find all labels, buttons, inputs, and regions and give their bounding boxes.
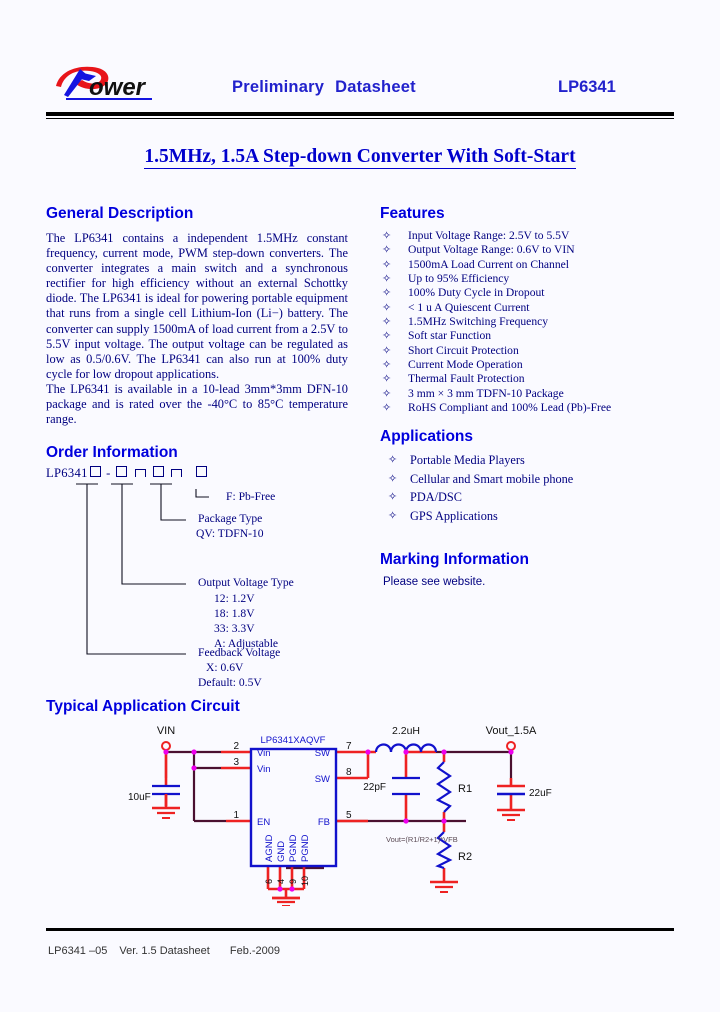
power-logo: ower [46,62,171,104]
order-label-output-voltage-option: 12: 1.2V [214,592,255,605]
header-title: Preliminary Datasheet [232,78,416,97]
ic-pin-number-10: 10 [300,876,310,886]
section-heading-applications: Applications [380,428,474,445]
order-label-output-voltage-option: 33: 3.3V [214,622,255,635]
ic-pin-number-7: 7 [346,741,352,752]
section-heading-typical-application-circuit: Typical Application Circuit [46,698,240,715]
feature-item: Current Mode Operation [380,358,700,373]
feedforward-capacitor-label: 22pF [363,782,386,793]
vout-label: Vout_1.5A [486,725,537,737]
ic-pin-number-5: 5 [346,810,352,821]
circuit-red-wires [164,750,513,898]
order-label-feedback-voltage: Feedback Voltage [198,646,281,659]
feature-item: 1500mA Load Current on Channel [380,258,700,273]
section-heading-marking-information: Marking Information [380,551,529,568]
feedforward-capacitor [392,776,420,796]
footer-part: LP6341 –05 [48,945,108,957]
typical-application-circuit-schematic: LP6341XAQVF Vin Vin EN SW SW FB AGND GND… [46,716,676,906]
header-part-number: LP6341 [558,78,616,96]
feature-item: Up to 95% Efficiency [380,272,700,287]
order-label-feedback-voltage-option: X: 0.6V [206,661,244,674]
header-rule-thick [46,112,674,116]
order-information-diagram: LP6341 - F: Pb-Free Package Type QV: TDF… [46,466,366,691]
feature-item: Input Voltage Range: 2.5V to 5.5V [380,229,700,244]
vin-label: VIN [157,725,175,737]
feature-item: 100% Duty Cycle in Dropout [380,286,700,301]
feature-item: Soft star Function [380,329,700,344]
ic-pin-name-vin-2: Vin [257,748,271,759]
ic-pin-number-4: 4 [276,879,286,884]
application-item: Cellular and Smart mobile phone [380,470,700,489]
section-heading-general-description: General Description [46,205,194,222]
ic-pin-name-sw-8: SW [315,774,330,785]
input-capacitor [152,784,180,819]
application-item: PDA/DSC [380,488,700,507]
document-title: 1.5MHz, 1.5A Step-down Converter With So… [0,146,720,169]
ic-pin-name-pgnd-10: PGND [300,834,311,862]
ic-pin-name-fb: FB [318,817,330,828]
feature-item: Thermal Fault Protection [380,372,700,387]
order-label-feedback-voltage-option: Default: 0.5V [198,676,262,689]
ic-pin-number-2: 2 [233,741,239,752]
ic-part-label: LP6341XAQVF [261,735,326,746]
footer-version: Ver. 1.5 Datasheet [119,945,210,957]
ic-pin-number-6: 6 [264,879,274,884]
vin-terminal [161,741,171,751]
ic-pin-number-3: 3 [233,757,239,768]
ic-pin-name-pgnd-9: PGND [288,834,299,862]
features-list: Input Voltage Range: 2.5V to 5.5V Output… [380,229,700,416]
marking-information-note: Please see website. [383,576,486,588]
footer-date: Feb.-2009 [229,945,281,957]
ic-pin-number-8: 8 [346,767,352,778]
datasheet-page: ower Preliminary Datasheet LP6341 1.5MHz,… [0,0,720,1012]
feature-item: 1.5MHz Switching Frequency [380,315,700,330]
resistor-r1 [435,761,452,813]
header-preliminary: Preliminary [232,78,325,96]
order-label-pb-free: F: Pb-Free [226,490,276,503]
resistor-r1-label: R1 [458,783,472,795]
output-voltage-formula: Vout=(R1/R2+1)*VFB [386,835,458,844]
r2-ground-symbol [430,880,458,893]
header-rule-thin [46,118,674,119]
order-label-package-type: Package Type [198,512,263,525]
feature-item: RoHS Compliant and 100% Lead (Pb)-Free [380,401,700,416]
ic-pin-name-vin-3: Vin [257,764,271,775]
order-label-package-type-value: QV: TDFN-10 [196,527,264,540]
ic-pin-name-en: EN [257,817,270,828]
application-item: Portable Media Players [380,451,700,470]
resistor-r2-label: R2 [458,851,472,863]
ic-pin-number-9: 9 [288,879,298,884]
input-capacitor-label: 10uF [128,792,151,803]
logo-wordmark: ower [89,74,147,101]
order-label-output-voltage-option: 18: 1.8V [214,607,255,620]
general-description-body: The LP6341 contains a independent 1.5MHz… [46,231,348,427]
feature-item: < 1 u A Quiescent Current [380,301,700,316]
footer-rule [46,928,674,931]
output-capacitor-label: 22uF [529,788,552,799]
order-label-output-voltage-type: Output Voltage Type [198,576,294,589]
page-footer: LP6341 –05 Ver. 1.5 Datasheet Feb.-2009 [48,945,280,957]
power-logo-svg: ower [56,66,152,101]
document-title-text: 1.5MHz, 1.5A Step-down Converter With So… [144,146,576,169]
feature-item: 3 mm × 3 mm TDFN-10 Package [380,387,700,402]
page-header: ower Preliminary Datasheet LP6341 [46,62,674,114]
ic-pin-number-1: 1 [233,810,239,821]
applications-list: Portable Media Players Cellular and Smar… [380,451,700,525]
application-item: GPS Applications [380,507,700,526]
general-description-paragraph-1: The LP6341 contains a independent 1.5MHz… [46,231,348,381]
feature-item: Output Voltage Range: 0.6V to VIN [380,243,700,258]
header-datasheet: Datasheet [335,78,416,96]
ic-pin-name-sw-7: SW [315,748,330,759]
general-description-paragraph-2: The LP6341 is available in a 10-lead 3mm… [46,381,348,427]
ic-pin-name-gnd: GND [276,841,287,862]
inductor-label: 2.2uH [392,725,420,737]
section-heading-order-information: Order Information [46,444,178,461]
ic-ground-symbol [272,896,300,906]
section-heading-features: Features [380,205,445,222]
feature-item: Short Circuit Protection [380,344,700,359]
circuit-svg: LP6341XAQVF Vin Vin EN SW SW FB AGND GND… [128,725,552,906]
ic-pin-name-agnd: AGND [264,834,275,862]
vout-terminal [506,741,516,751]
